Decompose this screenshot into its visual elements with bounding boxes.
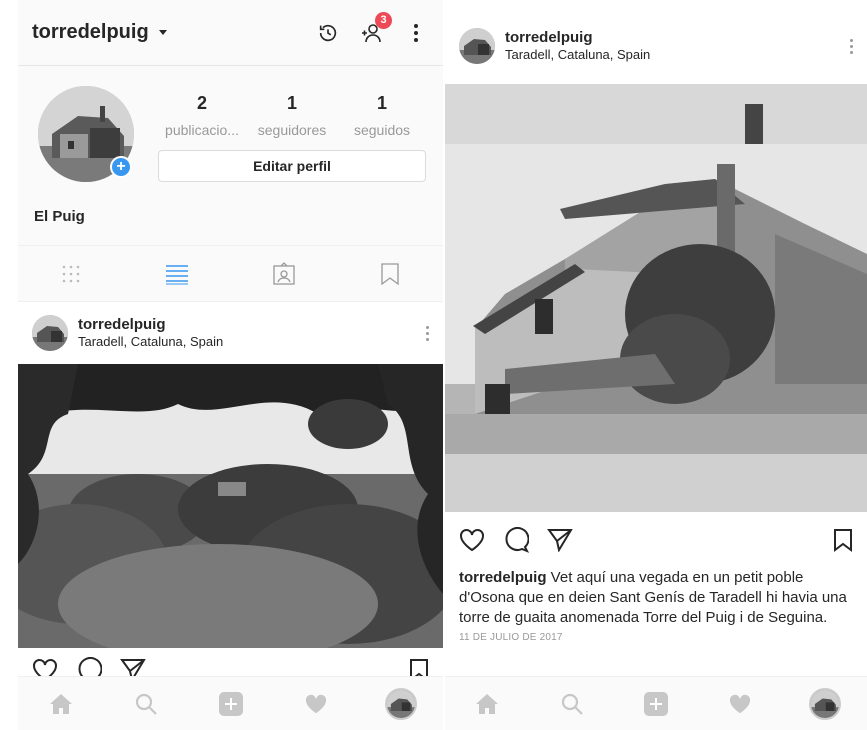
grid-icon[interactable]	[51, 254, 91, 294]
post-photo-tower[interactable]	[445, 84, 867, 512]
add-person-icon[interactable]: 3	[359, 11, 392, 46]
post-options-icon[interactable]	[426, 325, 429, 341]
profile-view-tabs	[18, 246, 443, 302]
stat-number: 2	[196, 93, 207, 113]
caption-username[interactable]: torredelpuig	[459, 569, 547, 586]
tagged-icon[interactable]	[264, 254, 304, 294]
bookmark-icon[interactable]	[833, 528, 853, 552]
add-icon[interactable]	[211, 684, 251, 724]
add-icon[interactable]	[636, 684, 676, 724]
bottom-nav	[445, 676, 867, 730]
list-icon[interactable]	[157, 254, 197, 294]
bottom-nav	[18, 676, 443, 730]
profile-nav-avatar[interactable]	[381, 684, 421, 724]
post-options-icon[interactable]	[850, 38, 853, 54]
saved-icon[interactable]	[370, 254, 410, 294]
chevron-down-icon[interactable]	[158, 30, 167, 35]
account-switcher[interactable]: torredelpuig	[32, 21, 149, 44]
stat-number: 1	[286, 93, 297, 113]
stat-label: seguidores	[257, 122, 327, 138]
more-vert-icon[interactable]	[403, 20, 429, 46]
post-location[interactable]: Taradell, Cataluna, Spain	[78, 334, 223, 350]
profile-header: + 2 publicacio... 1 seguidores 1 seguido…	[18, 66, 443, 246]
edit-profile-button[interactable]: Editar perfil	[158, 150, 426, 182]
profile-stats: 2 publicacio... 1 seguidores 1 seguidos	[158, 93, 426, 138]
post-header: torredelpuig Taradell, Cataluna, Spain	[445, 0, 867, 84]
post-username[interactable]: torredelpuig	[505, 29, 650, 47]
post-avatar[interactable]	[459, 28, 495, 64]
home-icon[interactable]	[41, 684, 81, 724]
posts-count[interactable]: 2 publicacio...	[158, 93, 246, 138]
stat-label: seguidos	[353, 122, 411, 138]
post-header: torredelpuig Taradell, Cataluna, Spain	[18, 302, 443, 364]
post-meta: torredelpuig Taradell, Cataluna, Spain	[505, 29, 650, 63]
share-icon[interactable]	[547, 528, 573, 552]
heart-icon[interactable]	[459, 528, 485, 552]
post-username[interactable]: torredelpuig	[78, 316, 223, 334]
post-photo-forest[interactable]	[18, 364, 443, 648]
post-meta: torredelpuig Taradell, Cataluna, Spain	[78, 316, 223, 350]
post-detail-screen: torredelpuig Taradell, Cataluna, Spain t…	[445, 0, 867, 730]
add-story-button[interactable]: +	[110, 156, 132, 178]
profile-screen: torredelpuig 3 + 2 publicacio... 1 segui…	[18, 0, 443, 730]
stat-number: 1	[376, 93, 387, 113]
post-location[interactable]: Taradell, Cataluna, Spain	[505, 47, 650, 63]
post-caption: torredelpuig Vet aquí una vegada en un p…	[445, 568, 867, 628]
profile-topbar: torredelpuig 3	[18, 0, 443, 66]
following-count[interactable]: 1 seguidos	[338, 93, 426, 138]
stat-label: publicacio...	[165, 122, 239, 138]
followers-count[interactable]: 1 seguidores	[248, 93, 336, 138]
search-icon[interactable]	[552, 684, 592, 724]
home-icon[interactable]	[467, 684, 507, 724]
activity-icon[interactable]	[296, 684, 336, 724]
post-date: 11 DE JULIO DE 2017	[459, 632, 563, 643]
activity-icon[interactable]	[720, 684, 760, 724]
profile-nav-avatar[interactable]	[805, 684, 845, 724]
post-actions	[445, 512, 867, 568]
profile-display-name: El Puig	[34, 208, 85, 225]
post-avatar[interactable]	[32, 315, 68, 351]
comment-icon[interactable]	[503, 527, 529, 553]
history-icon[interactable]	[315, 20, 341, 46]
search-icon[interactable]	[126, 684, 166, 724]
notification-badge: 3	[375, 11, 392, 29]
